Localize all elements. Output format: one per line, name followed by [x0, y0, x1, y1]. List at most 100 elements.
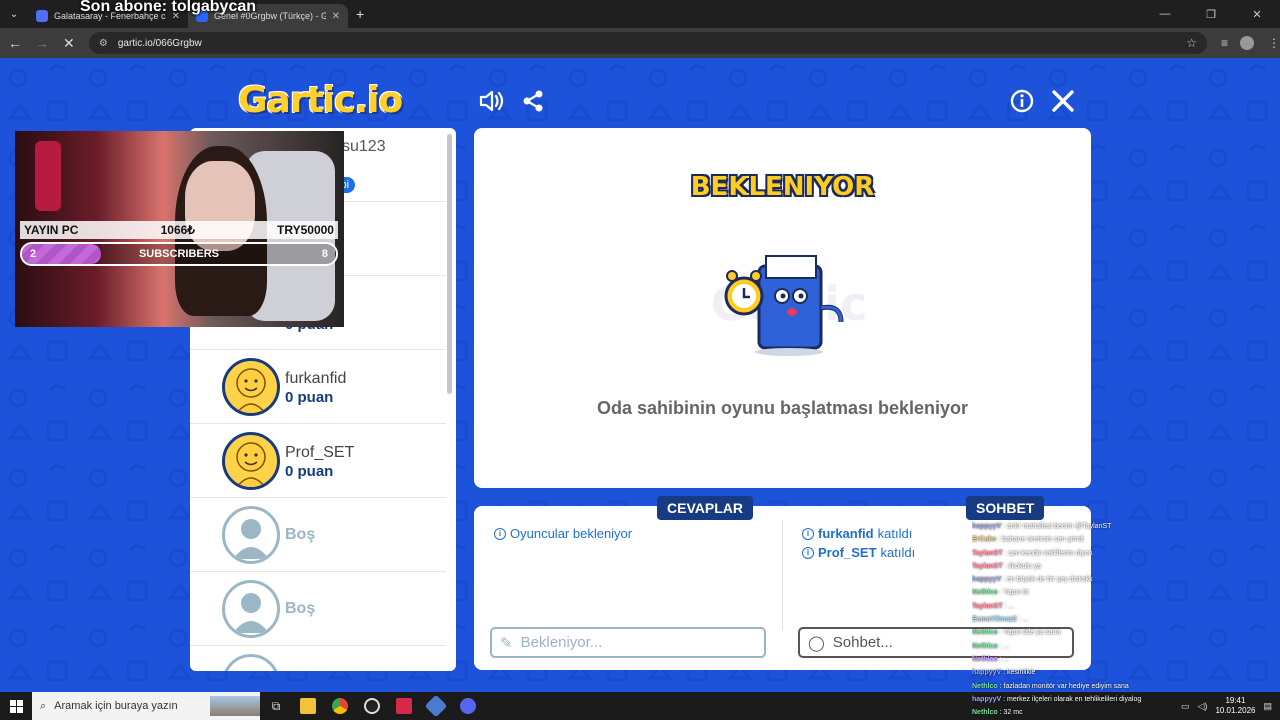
stream-chat-user: EsmaYilmaz2 [972, 616, 1017, 624]
stream-chat-message: happyyV : en büyük de bir şey diskskk [972, 573, 1272, 586]
info-icon: i [802, 546, 814, 559]
answer-placeholder: Bekleniyor... [520, 634, 603, 651]
last-subscriber-overlay: Son abone: tolgabycan [80, 0, 257, 15]
players-scrollbar[interactable] [447, 134, 452, 394]
player-row[interactable]: furkanfid 0 puan [190, 350, 446, 424]
game-status-panel: BEKLENIYOR Gartic Oda sahibinin oyunu ba… [474, 128, 1091, 488]
webcam-overlay: YAYIN PC 1066₺ TRY50000 2 SUBSCRIBERS 8 [15, 131, 344, 327]
obs-icon[interactable] [356, 692, 388, 720]
tab-favicon [36, 10, 48, 22]
stream-chat-text: : merkez ilçeleri olarak en tehlikeliler… [1003, 695, 1142, 703]
stream-chat-user: happyyV [972, 523, 1002, 530]
stream-chat-message: happyyV : kesinlikle [972, 666, 1272, 679]
tab-search-icon[interactable]: ⌄ [0, 0, 28, 28]
stop-loading-icon[interactable]: ✕ [57, 35, 81, 52]
waiting-mascot-clock-icon: Gartic [711, 255, 867, 356]
status-title: BEKLENIYOR [690, 172, 875, 202]
taskbar-search[interactable]: ⌕ Aramak için buraya yazın [32, 692, 260, 720]
stream-chat-user: happyyV [972, 576, 1002, 584]
new-tab-button[interactable]: + [348, 6, 372, 22]
address-bar: ← → ✕ ⚙ gartic.io/066Grgbw ☆ ≡ ⋮ [0, 28, 1280, 58]
stream-chat-user: Nethlco [972, 655, 998, 663]
donation-goal-bar: YAYIN PC 1066₺ TRY50000 [20, 221, 338, 239]
empty-slot-row [190, 646, 446, 671]
search-highlight-image [210, 696, 260, 716]
task-view-icon[interactable]: ⧉ [260, 692, 292, 720]
stream-chat-user: happyyV [972, 695, 1002, 703]
menu-dots-icon[interactable]: ⋮ [1268, 36, 1280, 50]
maximize-icon[interactable]: ❐ [1188, 0, 1234, 28]
bookmark-star-icon[interactable]: ☆ [1186, 36, 1197, 50]
player-name: su123 [342, 138, 386, 155]
close-icon[interactable]: ✕ [332, 11, 340, 22]
chat-event-action: katıldı [880, 545, 916, 560]
url-field[interactable]: ⚙ gartic.io/066Grgbw ☆ [88, 32, 1207, 54]
player-score: 0 puan [285, 463, 334, 480]
chat-placeholder: Sohbet... [832, 634, 893, 651]
windows-start-icon[interactable] [0, 699, 32, 713]
tab-chat[interactable]: SOHBET [966, 496, 1045, 520]
close-window-icon[interactable]: ✕ [1234, 0, 1280, 28]
player-avatar [222, 432, 280, 490]
chat-event-user: furkanfid [818, 526, 874, 541]
discord-icon[interactable] [452, 692, 484, 720]
stream-chat-text: : sen kendin tekliflerim diyon [1004, 549, 1093, 557]
stream-chat-message: happyyV : merkez ilçeleri olarak en tehl… [972, 693, 1272, 706]
blue-app-icon[interactable] [420, 692, 452, 720]
profile-avatar[interactable] [1240, 36, 1254, 50]
forward-icon[interactable]: → [30, 35, 54, 51]
back-icon[interactable]: ← [3, 35, 27, 51]
answer-input[interactable]: ✎ Bekleniyor... [490, 627, 766, 658]
chat-event: i Prof_SET katıldı [802, 545, 915, 560]
stream-chat-message: happyyV : ankr mahallesi benim @TaylanST [972, 520, 1272, 533]
chrome-icon[interactable] [324, 692, 356, 720]
stream-chat-text: : ... [1018, 616, 1029, 624]
stream-chat-message: TaylanST : ... [972, 600, 1272, 613]
media-icon[interactable]: ≡ [1221, 36, 1228, 50]
stream-chat-message: Nethlco : 32 mc [972, 706, 1272, 719]
player-score: 0 puan [285, 389, 334, 406]
player-row[interactable]: Prof_SET 0 puan [190, 424, 446, 498]
microphone-shape [35, 141, 61, 211]
stream-chat-user: TaylanST [972, 602, 1003, 610]
share-icon[interactable] [518, 86, 548, 116]
chat-event-user: Prof_SET [818, 545, 877, 560]
chat-event: i furkanfid katıldı [802, 526, 912, 541]
stream-chat-user: Nethlco [972, 642, 998, 650]
sound-icon[interactable] [477, 86, 507, 116]
red-app-icon[interactable] [388, 692, 420, 720]
empty-avatar-icon [222, 654, 280, 671]
close-room-icon[interactable] [1048, 86, 1078, 116]
stream-chat-message: Nethlco : ... [972, 653, 1272, 666]
window-controls: — ❐ ✕ [1142, 0, 1280, 28]
info-icon: i [494, 527, 506, 540]
sub-label: SUBSCRIBERS [138, 248, 220, 260]
stream-chat-user: TaylanST [972, 562, 1003, 570]
stream-chat-user: TaylanST [972, 549, 1003, 557]
stream-chat-text: : ilkokulu ya [1004, 562, 1042, 570]
stream-chat-message: EsmaYilmaz2 : ... [972, 613, 1272, 626]
tab-answers[interactable]: CEVAPLAR [657, 496, 753, 520]
stream-chat-message: Nethlco : Yapın bi [972, 586, 1272, 599]
stream-chat-message: Nethlco : Yapın bile ya sana [972, 626, 1272, 639]
empty-slot-row: Boş [190, 498, 446, 572]
empty-slot-label: Boş [285, 526, 316, 543]
donation-goal: TRY50000 [277, 223, 334, 237]
sub-current: 2 [30, 248, 37, 260]
site-info-icon[interactable]: ⚙ [99, 38, 108, 49]
info-icon[interactable] [1007, 86, 1037, 116]
search-icon: ⌕ [40, 699, 47, 712]
stream-chat-text: : bahane üretirsin sen şimdi [998, 536, 1084, 544]
taskbar-search-placeholder: Aramak için buraya yazın [54, 700, 178, 712]
donation-label: YAYIN PC [24, 223, 79, 237]
sub-goal: 8 [321, 248, 328, 260]
empty-slot-label: Boş [285, 600, 316, 617]
stream-chat-message: Nethlco : ... [972, 640, 1272, 653]
stream-chat-message: ErCake : bahane üretirsin sen şimdi [972, 533, 1272, 546]
stream-chat-user: ErCake [972, 536, 997, 544]
file-explorer-icon[interactable] [292, 692, 324, 720]
minimize-icon[interactable]: — [1142, 0, 1188, 28]
pencil-icon: ✎ [500, 634, 513, 652]
stream-chat-text: : ... [999, 655, 1010, 663]
gartic-logo[interactable]: Gartic.io [238, 80, 403, 121]
